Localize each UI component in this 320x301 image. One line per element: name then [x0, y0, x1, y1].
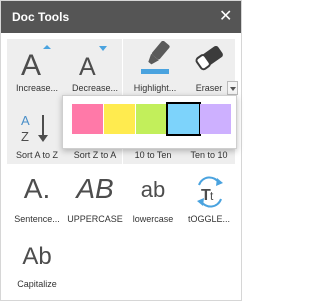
- highlight-color-dropdown[interactable]: [227, 81, 238, 95]
- panel-title: Doc Tools: [12, 10, 70, 24]
- svg-text:t: t: [210, 189, 214, 203]
- svg-text:A: A: [21, 49, 41, 79]
- sentence-case-button[interactable]: A. Sentence...: [7, 171, 67, 227]
- decrease-font-button[interactable]: A Decrease...: [65, 39, 125, 98]
- capitalize-label: Capitalize: [17, 279, 57, 289]
- color-swatch-green[interactable]: [136, 104, 167, 134]
- color-swatch-blue[interactable]: [166, 102, 201, 136]
- doc-tools-panel: Doc Tools ✕ A Increase... A Decrease... …: [0, 0, 242, 301]
- color-swatch-yellow[interactable]: [104, 104, 135, 134]
- decrease-font-icon: A: [79, 46, 107, 79]
- toggle-case-icon: T t: [197, 176, 223, 208]
- word-to-ten-label: Ten to 10: [190, 150, 228, 160]
- svg-text:Z: Z: [21, 129, 29, 144]
- svg-text:A: A: [21, 113, 30, 128]
- highlight-color-popup: [62, 95, 237, 149]
- capitalize-button[interactable]: Ab Capitalize: [7, 243, 67, 293]
- lowercase-icon: ab: [140, 177, 166, 202]
- close-icon[interactable]: ✕: [219, 6, 237, 26]
- capitalize-icon: Ab: [22, 243, 52, 270]
- sort-az-button[interactable]: A Z Sort A to Z: [7, 101, 67, 163]
- eraser-icon: [195, 45, 223, 71]
- increase-font-icon: A: [21, 45, 51, 79]
- increase-font-button[interactable]: A Increase...: [7, 39, 67, 98]
- toggle-case-label: tOGGLE...: [187, 214, 230, 224]
- highlighter-icon: [141, 41, 170, 74]
- toggle-case-button[interactable]: T t tOGGLE...: [179, 171, 239, 227]
- color-swatch-purple[interactable]: [200, 104, 231, 134]
- color-swatch-pink[interactable]: [72, 104, 103, 134]
- sentence-case-icon: A.: [23, 173, 51, 204]
- uppercase-icon: AB: [76, 173, 114, 204]
- uppercase-button[interactable]: AB UPPERCASE: [65, 171, 125, 227]
- title-bar: Doc Tools ✕: [1, 1, 241, 33]
- sort-az-icon: A Z: [21, 113, 48, 144]
- svg-text:A: A: [79, 53, 96, 79]
